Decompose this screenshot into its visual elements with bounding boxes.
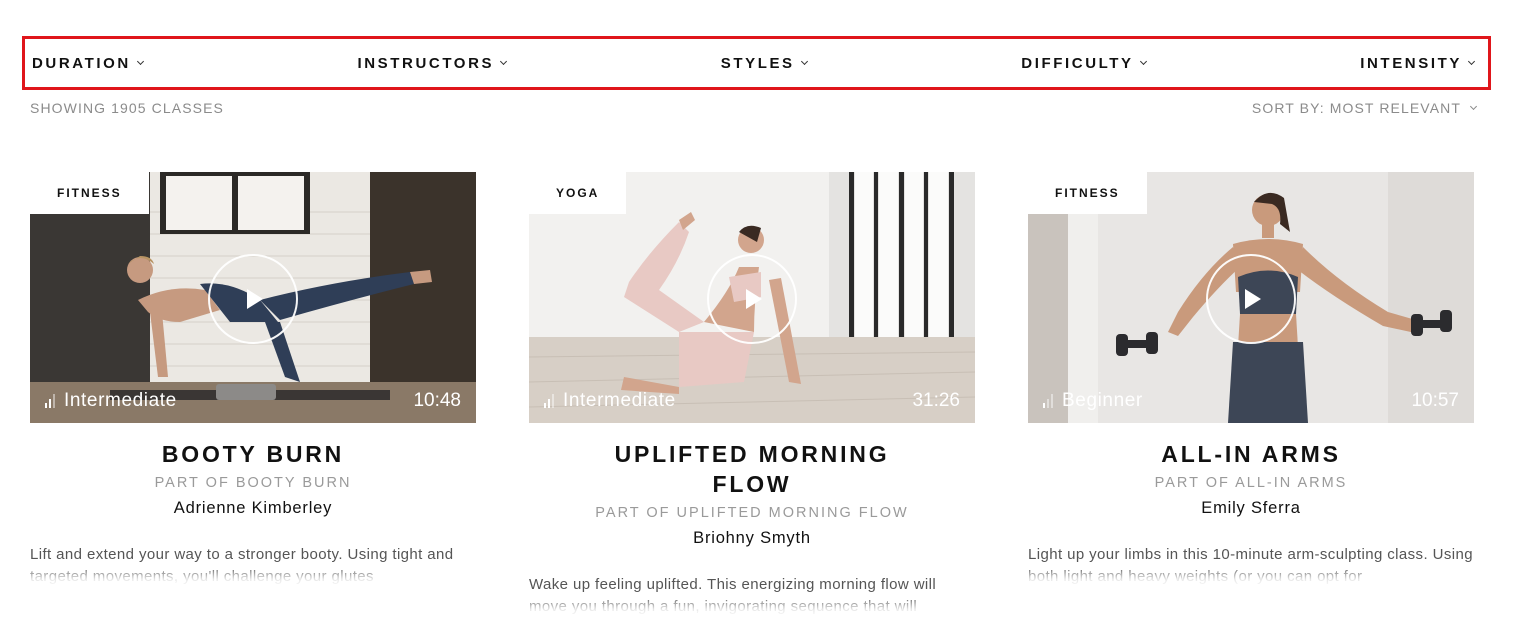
difficulty-label: Intermediate xyxy=(64,390,177,411)
chevron-down-icon xyxy=(500,57,508,65)
difficulty-level: Intermediate xyxy=(45,390,177,412)
class-instructor[interactable]: Adrienne Kimberley xyxy=(30,499,476,518)
class-duration: 10:48 xyxy=(413,390,461,411)
play-button[interactable] xyxy=(208,254,298,344)
sort-dropdown[interactable]: SORT BY: MOST RELEVANT xyxy=(1251,100,1478,116)
class-info: BOOTY BURN PART OF BOOTY BURN Adrienne K… xyxy=(30,423,476,588)
play-icon xyxy=(1245,289,1261,309)
category-tag: YOGA xyxy=(529,172,627,214)
results-meta: SHOWING 1905 CLASSES SORT BY: MOST RELEV… xyxy=(30,100,1478,116)
class-thumbnail[interactable]: FITNESS Beginner 10:57 xyxy=(1028,172,1474,423)
instructors-filter-label: INSTRUCTORS xyxy=(357,54,495,72)
class-title[interactable]: BOOTY BURN xyxy=(30,439,476,469)
difficulty-filter-label: DIFFICULTY xyxy=(1021,54,1134,72)
play-icon xyxy=(746,289,762,309)
class-card[interactable]: FITNESS Intermediate 10:48 BOOTY BURN PA… xyxy=(30,172,476,618)
chevron-down-icon xyxy=(136,57,144,65)
intensity-filter-label: INTENSITY xyxy=(1360,54,1462,72)
difficulty-bars-icon xyxy=(1043,394,1053,408)
difficulty-bars-icon xyxy=(544,394,554,408)
class-instructor[interactable]: Emily Sferra xyxy=(1028,499,1474,518)
class-series[interactable]: PART OF BOOTY BURN xyxy=(30,475,476,491)
class-description: Light up your limbs in this 10-minute ar… xyxy=(1028,546,1473,585)
difficulty-level: Intermediate xyxy=(544,390,676,412)
difficulty-label: Intermediate xyxy=(563,390,676,411)
class-duration: 31:26 xyxy=(912,390,960,411)
chevron-down-icon xyxy=(800,57,808,65)
chevron-down-icon xyxy=(1469,102,1478,110)
duration-filter[interactable]: DURATION xyxy=(32,54,144,72)
class-duration: 10:57 xyxy=(1411,390,1459,411)
play-button[interactable] xyxy=(1206,254,1296,344)
class-card[interactable]: FITNESS Beginner 10:57 ALL-IN ARMS PART … xyxy=(1028,172,1474,618)
styles-filter[interactable]: STYLES xyxy=(720,54,808,72)
chevron-down-icon xyxy=(1467,57,1476,65)
category-tag: FITNESS xyxy=(30,172,149,214)
class-series[interactable]: PART OF UPLIFTED MORNING FLOW xyxy=(529,505,975,521)
class-thumbnail[interactable]: FITNESS Intermediate 10:48 xyxy=(30,172,476,423)
class-instructor[interactable]: Briohny Smyth xyxy=(529,529,975,548)
intensity-filter[interactable]: INTENSITY xyxy=(1360,54,1476,72)
category-tag: FITNESS xyxy=(1028,172,1147,214)
class-info: UPLIFTED MORNING FLOW PART OF UPLIFTED M… xyxy=(529,423,975,618)
difficulty-bars-icon xyxy=(45,394,55,408)
class-description: Lift and extend your way to a stronger b… xyxy=(30,546,454,585)
class-info: ALL-IN ARMS PART OF ALL-IN ARMS Emily Sf… xyxy=(1028,423,1474,588)
difficulty-label: Beginner xyxy=(1062,390,1143,411)
duration-filter-label: DURATION xyxy=(32,54,131,72)
styles-filter-label: STYLES xyxy=(720,54,795,72)
sort-label: SORT BY: MOST RELEVANT xyxy=(1251,100,1461,116)
instructors-filter[interactable]: INSTRUCTORS xyxy=(357,54,508,72)
class-title[interactable]: UPLIFTED MORNING FLOW xyxy=(529,439,975,499)
class-series[interactable]: PART OF ALL-IN ARMS xyxy=(1028,475,1474,491)
play-icon xyxy=(247,289,263,309)
class-title[interactable]: ALL-IN ARMS xyxy=(1028,439,1474,469)
difficulty-filter[interactable]: DIFFICULTY xyxy=(1021,54,1147,72)
class-description: Wake up feeling uplifted. This energizin… xyxy=(529,576,937,615)
chevron-down-icon xyxy=(1139,57,1147,65)
filter-bar: DURATION INSTRUCTORS STYLES DIFFICULTY I… xyxy=(22,36,1491,90)
class-thumbnail[interactable]: YOGA Intermediate 31:26 xyxy=(529,172,975,423)
play-button[interactable] xyxy=(707,254,797,344)
class-card[interactable]: YOGA Intermediate 31:26 UPLIFTED MORNING… xyxy=(529,172,975,618)
difficulty-level: Beginner xyxy=(1043,390,1143,412)
results-count: SHOWING 1905 CLASSES xyxy=(30,100,224,116)
